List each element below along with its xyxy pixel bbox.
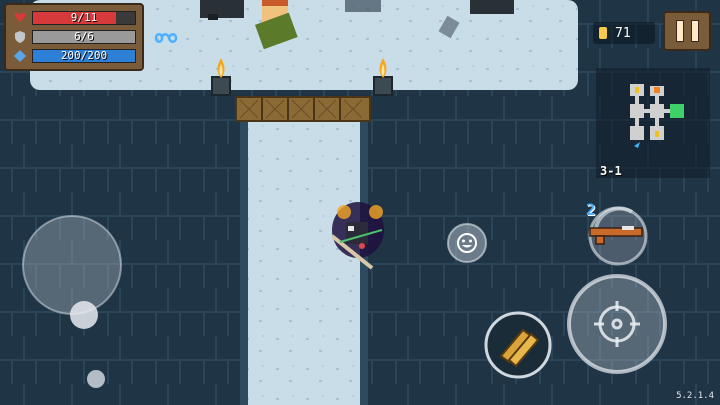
armor-text: 6/6 bbox=[74, 29, 94, 43]
minimap[interactable] bbox=[596, 68, 710, 178]
emote-button[interactable] bbox=[446, 222, 488, 264]
coin-icon bbox=[599, 27, 607, 39]
health-row: 9/11 bbox=[12, 10, 136, 25]
shadow-blob bbox=[345, 0, 381, 12]
energy-row: 200/200 bbox=[12, 48, 136, 63]
stats-panel: 9/11 6/6 200/200 bbox=[4, 3, 144, 71]
pause-icon bbox=[675, 20, 684, 42]
heart-icon bbox=[12, 11, 28, 25]
armor-bar: 6/6 bbox=[32, 29, 136, 44]
skill-button[interactable] bbox=[483, 310, 553, 380]
pause-button[interactable] bbox=[663, 11, 711, 51]
armor-row: 6/6 bbox=[12, 29, 136, 44]
energy-text: 200/200 bbox=[60, 48, 108, 62]
version-label: 5.2.1.4 bbox=[676, 391, 714, 401]
shield-icon bbox=[12, 30, 28, 44]
coin-counter: 71 bbox=[593, 22, 655, 44]
minimap-rooms bbox=[630, 84, 684, 148]
enemy-dark-right bbox=[470, 0, 514, 14]
energy-bar: 200/200 bbox=[32, 48, 136, 63]
coin-value: 71 bbox=[615, 25, 631, 41]
corridor-floor bbox=[247, 118, 361, 405]
movement-joystick[interactable] bbox=[20, 213, 128, 333]
ammo-cost: 2 bbox=[586, 200, 596, 219]
enemy-dark bbox=[200, 0, 244, 20]
attack-button[interactable] bbox=[566, 273, 668, 375]
joystick-knob bbox=[70, 301, 98, 329]
level-label: 3-1 bbox=[600, 164, 622, 178]
game-scene: 9/11 6/6 200/200 71 3-1 2 5.2.1.4 bbox=[0, 0, 720, 405]
health-text: 9/11 bbox=[70, 10, 98, 24]
health-bar: 9/11 bbox=[32, 10, 136, 25]
diamond-icon bbox=[12, 49, 28, 63]
joystick-origin-dot bbox=[87, 370, 105, 388]
infinity-icon bbox=[154, 33, 178, 43]
wooden-bridge bbox=[235, 96, 371, 122]
